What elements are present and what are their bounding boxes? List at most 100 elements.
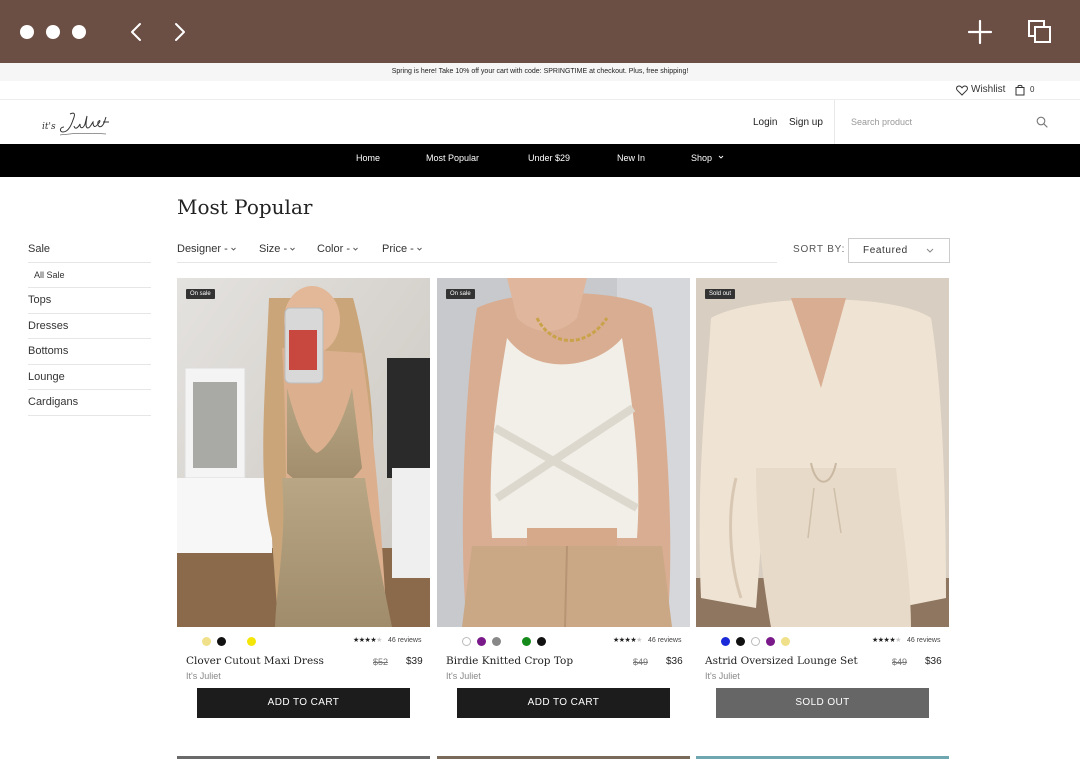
- rating-stars: ★★★★★: [613, 636, 642, 644]
- sale-price: $39: [406, 656, 423, 667]
- add-to-cart-button[interactable]: ADD TO CART: [457, 688, 670, 718]
- back-arrow-icon[interactable]: [124, 18, 148, 46]
- nav-under-29[interactable]: Under $29: [528, 144, 570, 173]
- sidebar-item-all-sale[interactable]: All Sale: [28, 263, 151, 288]
- signup-link[interactable]: Sign up: [789, 117, 823, 128]
- svg-text:it's: it's: [42, 122, 56, 132]
- sort-label: SORT BY:: [793, 244, 846, 255]
- forward-arrow-icon[interactable]: [168, 18, 192, 46]
- original-price: $52: [373, 657, 389, 667]
- chevron-down-icon: [290, 247, 295, 251]
- color-swatch[interactable]: [217, 637, 226, 646]
- product-brand: It's Juliet: [705, 671, 740, 681]
- site-header: it's Login Sign up: [0, 99, 1080, 144]
- main-navigation: Home Most Popular Under $29 New In Shop: [0, 144, 1080, 177]
- sidebar-item-sale[interactable]: Sale: [28, 237, 151, 263]
- filter-color[interactable]: Color -: [317, 243, 359, 255]
- color-swatch[interactable]: [537, 637, 546, 646]
- chevron-down-icon: [718, 155, 724, 159]
- filter-bar: Designer - Size - Color - Price -: [177, 237, 777, 263]
- star-filled-icon: ★★★★: [613, 637, 637, 644]
- original-price: $49: [633, 657, 649, 667]
- sold-out-badge: Sold out: [705, 289, 736, 299]
- sale-badge: On sale: [186, 289, 215, 299]
- color-swatch[interactable]: [232, 637, 241, 646]
- product-name[interactable]: Birdie Knitted Crop Top: [446, 655, 573, 667]
- color-swatch[interactable]: [492, 637, 501, 646]
- sidebar-item-dresses[interactable]: Dresses: [28, 314, 151, 339]
- add-to-cart-button[interactable]: ADD TO CART: [197, 688, 410, 718]
- rating-stars: ★★★★★: [353, 636, 382, 644]
- product-card: Sold out ★★★★★ 46 reviews Astrid Oversiz…: [696, 278, 949, 723]
- tabs-overview-icon[interactable]: [1026, 18, 1054, 46]
- page-title: Most Popular: [177, 195, 313, 219]
- product-image[interactable]: On sale: [437, 278, 690, 627]
- star-empty-icon: ★: [376, 637, 382, 644]
- review-count[interactable]: 46 reviews: [648, 637, 681, 644]
- heart-icon: [956, 84, 968, 96]
- review-count[interactable]: 46 reviews: [388, 637, 421, 644]
- rating-stars: ★★★★★: [872, 636, 901, 644]
- category-sidebar: Sale All Sale Tops Dresses Bottoms Loung…: [28, 237, 151, 416]
- search-input[interactable]: [851, 114, 1031, 130]
- browser-toolbar: [0, 0, 1080, 63]
- filter-size[interactable]: Size -: [259, 243, 296, 255]
- color-swatches: [202, 637, 256, 646]
- sidebar-item-lounge[interactable]: Lounge: [28, 365, 151, 390]
- sidebar-item-cardigans[interactable]: Cardigans: [28, 390, 151, 416]
- product-name[interactable]: Astrid Oversized Lounge Set: [705, 655, 858, 667]
- product-image[interactable]: On sale: [177, 278, 430, 627]
- sale-price: $36: [666, 656, 683, 667]
- sidebar-item-bottoms[interactable]: Bottoms: [28, 339, 151, 365]
- color-swatch[interactable]: [462, 637, 471, 646]
- shopping-bag-icon: [1015, 84, 1025, 96]
- window-maximize-dot[interactable]: [72, 25, 86, 39]
- wishlist-link[interactable]: Wishlist: [956, 83, 1005, 97]
- sale-price: $36: [925, 656, 942, 667]
- sort-select[interactable]: Featured: [848, 238, 950, 263]
- chevron-down-icon: [230, 247, 236, 251]
- cart-count: 0: [1030, 85, 1035, 94]
- color-swatch[interactable]: [477, 637, 486, 646]
- color-swatch[interactable]: [247, 637, 256, 646]
- nav-shop[interactable]: Shop: [691, 144, 726, 173]
- color-swatch[interactable]: [781, 637, 790, 646]
- wishlist-label: Wishlist: [971, 84, 1006, 95]
- product-card: On sale ★★★★★ 46 reviews Clover Cutout M…: [177, 278, 430, 723]
- color-swatch[interactable]: [507, 637, 516, 646]
- nav-new-in[interactable]: New In: [617, 144, 645, 173]
- product-image[interactable]: Sold out: [696, 278, 949, 627]
- star-empty-icon: ★: [636, 637, 642, 644]
- color-swatch[interactable]: [522, 637, 531, 646]
- chevron-down-icon: [926, 248, 934, 253]
- review-count[interactable]: 46 reviews: [907, 637, 940, 644]
- nav-home[interactable]: Home: [356, 144, 380, 173]
- filter-size-label: Size -: [259, 243, 288, 255]
- new-tab-plus-icon[interactable]: [966, 18, 994, 46]
- product-name[interactable]: Clover Cutout Maxi Dress: [186, 655, 324, 667]
- color-swatch[interactable]: [736, 637, 745, 646]
- site-logo[interactable]: it's: [40, 110, 115, 138]
- window-minimize-dot[interactable]: [46, 25, 60, 39]
- filter-color-label: Color -: [317, 243, 351, 255]
- window-close-dot[interactable]: [20, 25, 34, 39]
- sidebar-item-tops[interactable]: Tops: [28, 288, 151, 314]
- sold-out-button[interactable]: SOLD OUT: [716, 688, 929, 718]
- filter-designer[interactable]: Designer -: [177, 243, 237, 255]
- color-swatch[interactable]: [202, 637, 211, 646]
- nav-most-popular[interactable]: Most Popular: [426, 144, 479, 173]
- cart-link[interactable]: 0: [1015, 83, 1034, 97]
- filter-designer-label: Designer -: [177, 243, 228, 255]
- sale-badge: On sale: [446, 289, 475, 299]
- search-icon[interactable]: [1036, 116, 1048, 128]
- star-filled-icon: ★★★★: [353, 637, 377, 644]
- filter-price[interactable]: Price -: [382, 243, 423, 255]
- filter-price-label: Price -: [382, 243, 414, 255]
- utility-bar: Wishlist 0: [0, 81, 1080, 99]
- chevron-down-icon: [416, 247, 422, 251]
- login-link[interactable]: Login: [753, 117, 777, 128]
- color-swatch[interactable]: [721, 637, 730, 646]
- color-swatch[interactable]: [751, 637, 760, 646]
- color-swatch[interactable]: [766, 637, 775, 646]
- product-card: On sale ★★★★★ 46 reviews Birdie Knitted …: [437, 278, 690, 723]
